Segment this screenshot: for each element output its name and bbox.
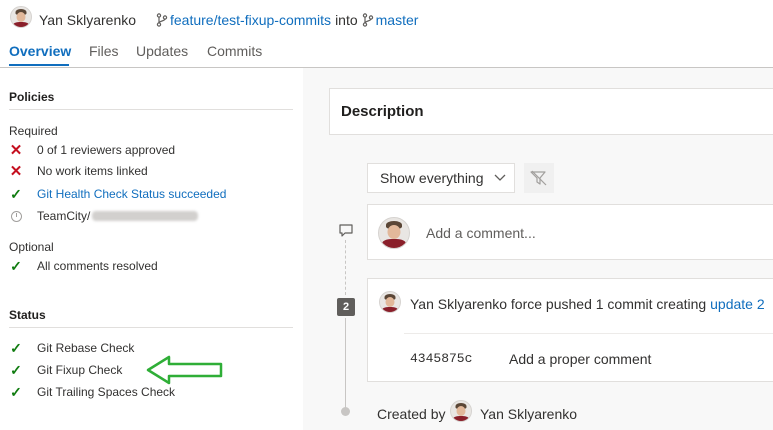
push-author: Yan Sklyarenko xyxy=(410,296,508,312)
policies-divider xyxy=(9,109,293,110)
push-card-divider xyxy=(404,333,773,334)
commit-hash-link[interactable]: 4345875c xyxy=(410,351,472,366)
creator-name: Yan Sklyarenko xyxy=(480,406,578,422)
chevron-down-icon xyxy=(494,174,505,181)
required-label: Required xyxy=(9,124,58,138)
timeline-end-dot xyxy=(341,407,350,416)
dropdown-value: Show everything xyxy=(380,170,484,186)
policies-title: Policies xyxy=(9,90,55,104)
add-comment-icon xyxy=(339,224,353,237)
user-avatar xyxy=(378,217,410,249)
tab-commits[interactable]: Commits xyxy=(207,43,262,59)
fail-icon: ✕ xyxy=(9,141,23,159)
status-text: Git Rebase Check xyxy=(37,341,135,355)
user-avatar xyxy=(379,291,401,313)
tab-overview-underline xyxy=(9,64,69,66)
policy-text: TeamCity/ xyxy=(37,209,91,223)
branch-icon xyxy=(362,13,373,27)
clear-filter-button[interactable] xyxy=(524,163,554,193)
check-icon: ✓ xyxy=(10,340,22,356)
commit-message: Add a proper comment xyxy=(509,351,652,367)
update-link[interactable]: update 2 xyxy=(710,296,765,312)
author-avatar xyxy=(10,6,32,28)
check-icon: ✓ xyxy=(10,384,22,400)
comment-input[interactable]: Add a comment... xyxy=(426,225,536,241)
tab-files[interactable]: Files xyxy=(89,43,119,59)
target-branch-link[interactable]: master xyxy=(376,12,419,28)
comment-card[interactable]: Add a comment... xyxy=(367,204,773,260)
author-name: Yan Sklyarenko xyxy=(39,12,137,28)
timeline-connector xyxy=(345,240,346,295)
status-title: Status xyxy=(9,308,46,322)
status-trailing-spaces-check[interactable]: ✓ Git Trailing Spaces Check xyxy=(9,383,175,401)
into-text: into xyxy=(335,12,358,28)
push-event-card: Yan Sklyarenko force pushed 1 commit cre… xyxy=(367,278,773,382)
status-rebase-check[interactable]: ✓ Git Rebase Check xyxy=(9,339,134,357)
timeline-line xyxy=(345,318,346,408)
status-divider xyxy=(9,327,293,328)
show-filter-dropdown[interactable]: Show everything xyxy=(367,163,515,193)
policy-teamcity[interactable]: TeamCity/ xyxy=(9,207,199,225)
push-description: force pushed 1 commit creating xyxy=(507,296,711,312)
clock-icon xyxy=(9,209,23,223)
redacted-text xyxy=(92,211,199,221)
check-icon: ✓ xyxy=(10,186,22,202)
policy-text: No work items linked xyxy=(37,164,148,178)
update-number-badge: 2 xyxy=(337,298,355,316)
optional-label: Optional xyxy=(9,240,54,254)
policy-comments-resolved[interactable]: ✓ All comments resolved xyxy=(9,257,158,275)
policy-link[interactable]: Git Health Check Status succeeded xyxy=(37,187,226,201)
fail-icon: ✕ xyxy=(9,162,23,180)
source-branch-link[interactable]: feature/test-fixup-commits xyxy=(170,12,331,28)
policy-git-health[interactable]: ✓ Git Health Check Status succeeded xyxy=(9,185,226,203)
filter-clear-icon xyxy=(530,170,547,186)
description-card: Description xyxy=(329,88,773,135)
push-event-text: Yan Sklyarenko force pushed 1 commit cre… xyxy=(410,296,765,312)
policy-work-items[interactable]: ✕ No work items linked xyxy=(9,162,148,180)
description-title: Description xyxy=(341,103,424,120)
annotation-arrow-icon xyxy=(146,355,223,385)
branch-line: feature/test-fixup-commits into master xyxy=(156,12,418,28)
policy-reviewers[interactable]: ✕ 0 of 1 reviewers approved xyxy=(9,141,175,159)
check-icon: ✓ xyxy=(10,362,22,378)
status-fixup-check[interactable]: ✓ Git Fixup Check xyxy=(9,361,122,379)
check-icon: ✓ xyxy=(10,258,22,274)
policy-text: 0 of 1 reviewers approved xyxy=(37,143,176,157)
policy-text: All comments resolved xyxy=(37,259,158,273)
tab-overview[interactable]: Overview xyxy=(9,43,71,59)
branch-icon xyxy=(156,13,168,27)
status-text: Git Fixup Check xyxy=(37,363,123,377)
status-text: Git Trailing Spaces Check xyxy=(37,385,176,399)
tab-updates[interactable]: Updates xyxy=(136,43,188,59)
creator-avatar xyxy=(450,400,472,422)
created-by-label: Created by xyxy=(377,406,446,422)
